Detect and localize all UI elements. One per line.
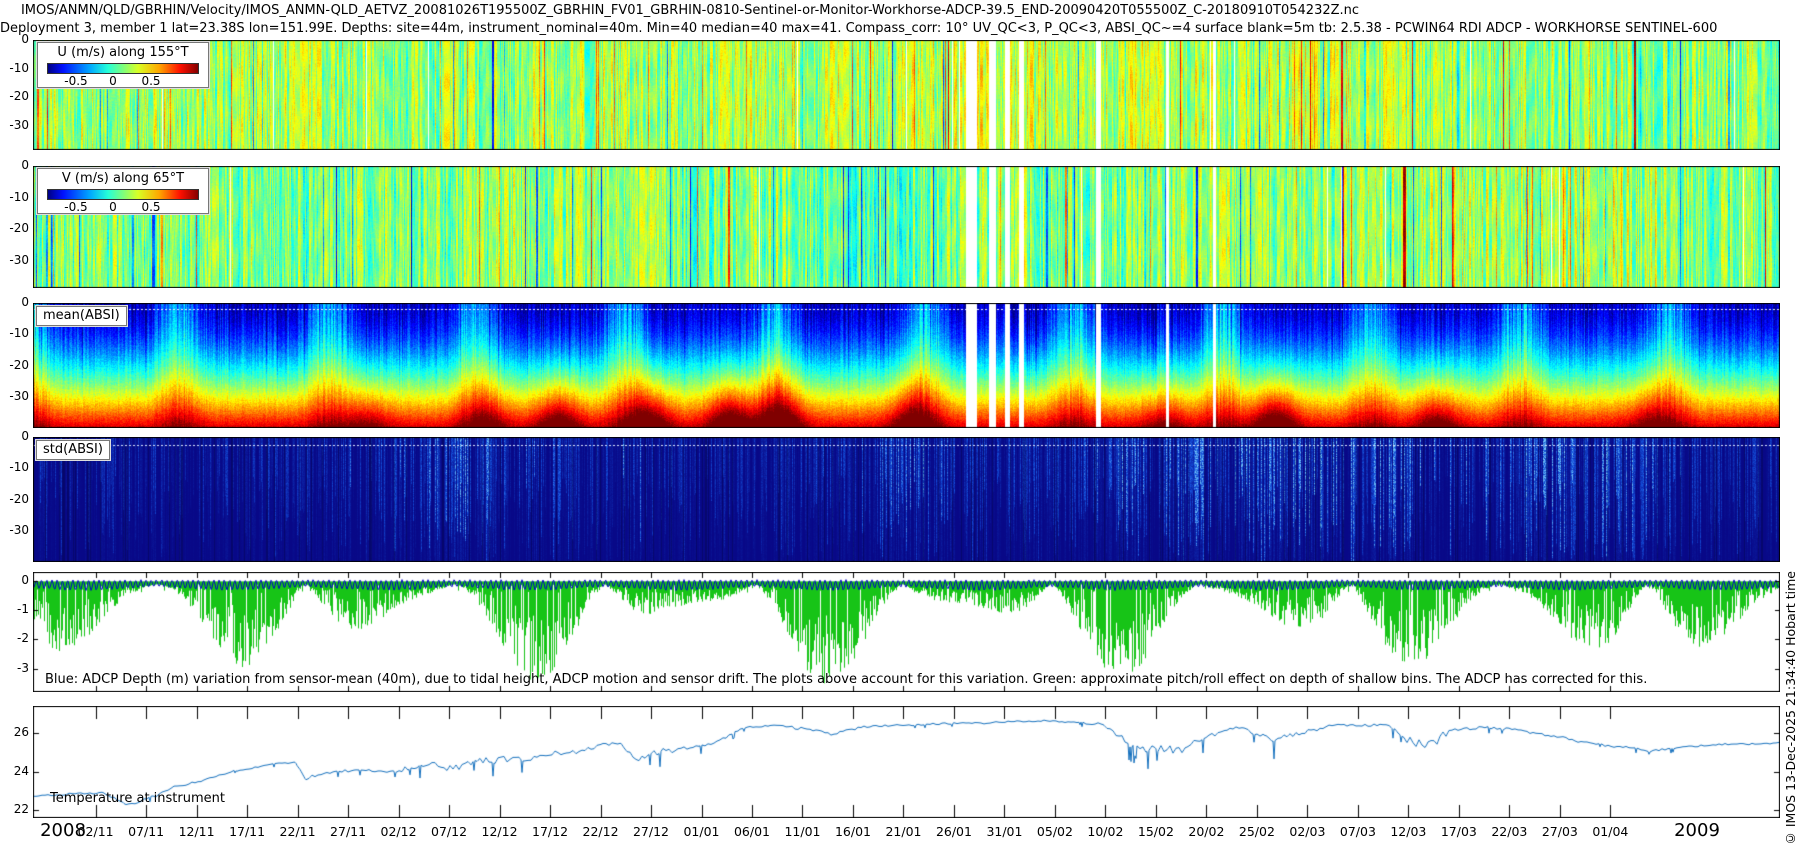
x-tick-label: 07/11 <box>118 824 174 839</box>
x-tick-label: 27/12 <box>623 824 679 839</box>
v-colorbar-legend: V (m/s) along 65°T -0.5 0 0.5 <box>37 168 209 214</box>
u-velocity-heatmap <box>33 40 1780 150</box>
y-tick-label: 22 <box>0 802 29 816</box>
u-colorbar-gradient <box>47 63 199 74</box>
figure-subtitle: Deployment 3, member 1 lat=23.38S lon=15… <box>0 21 1380 36</box>
x-tick-label: 25/02 <box>1229 824 1285 839</box>
x-tick-label: 07/12 <box>421 824 477 839</box>
x-tick-label: 21/01 <box>875 824 931 839</box>
x-tick-label: 17/11 <box>219 824 275 839</box>
colorbar-tick: 0 <box>96 200 130 214</box>
temperature-label: Temperature at instrument <box>50 791 225 806</box>
y-tick-label: 0 <box>0 32 29 46</box>
v-colorbar-gradient <box>47 189 199 200</box>
y-tick-label: -30 <box>0 253 29 267</box>
depth-annotation: Blue: ADCP Depth (m) variation from sens… <box>45 672 1647 687</box>
x-tick-label: 20/02 <box>1178 824 1234 839</box>
y-tick-label: -30 <box>0 523 29 537</box>
y-tick-label: -20 <box>0 492 29 506</box>
figure: IMOS/ANMN/QLD/GBRHIN/Velocity/IMOS_ANMN-… <box>0 0 1800 850</box>
y-tick-label: -20 <box>0 221 29 235</box>
y-tick-label: -1 <box>0 602 29 616</box>
x-tick-label: 07/03 <box>1330 824 1386 839</box>
x-tick-label: 12/11 <box>169 824 225 839</box>
x-tick-label: 15/02 <box>1128 824 1184 839</box>
colorbar-tick: 0.5 <box>134 74 168 88</box>
y-tick-label: 0 <box>0 429 29 443</box>
x-tick-label: 01/01 <box>674 824 730 839</box>
y-tick-label: -10 <box>0 61 29 75</box>
x-tick-label: 10/02 <box>1077 824 1133 839</box>
y-tick-label: 26 <box>0 725 29 739</box>
x-tick-label: 02/12 <box>371 824 427 839</box>
colorbar-tick: -0.5 <box>59 74 93 88</box>
panel-u-velocity: U (m/s) along 155°T -0.5 0 0.5 <box>33 40 1780 150</box>
x-tick-label: 22/11 <box>270 824 326 839</box>
panel-temperature: Temperature at instrument <box>33 706 1780 818</box>
y-tick-label: -30 <box>0 118 29 132</box>
std-absi-label: std(ABSI) <box>36 440 110 460</box>
x-tick-label: 22/03 <box>1481 824 1537 839</box>
colorbar-tick: -0.5 <box>59 200 93 214</box>
panel-depth-variation: Blue: ADCP Depth (m) variation from sens… <box>33 572 1780 692</box>
y-tick-label: -10 <box>0 460 29 474</box>
y-tick-label: -20 <box>0 89 29 103</box>
std-absi-heatmap <box>33 437 1780 562</box>
panel-mean-absi: mean(ABSI) <box>33 303 1780 428</box>
y-tick-label: 0 <box>0 158 29 172</box>
x-tick-label: 27/03 <box>1532 824 1588 839</box>
colorbar-tick: 0 <box>96 74 130 88</box>
y-tick-label: -10 <box>0 190 29 204</box>
y-tick-label: -20 <box>0 358 29 372</box>
x-tick-label: 31/01 <box>976 824 1032 839</box>
x-tick-label: 17/12 <box>522 824 578 839</box>
x-tick-label: 01/04 <box>1582 824 1638 839</box>
panel-v-velocity: V (m/s) along 65°T -0.5 0 0.5 <box>33 166 1780 288</box>
x-tick-label: 05/02 <box>1027 824 1083 839</box>
colorbar-tick: 0.5 <box>134 200 168 214</box>
x-tick-label: 17/03 <box>1431 824 1487 839</box>
x-axis-year-end: 2009 <box>1652 820 1742 841</box>
x-tick-label: 02/03 <box>1279 824 1335 839</box>
x-tick-label: 06/01 <box>724 824 780 839</box>
y-tick-label: -2 <box>0 631 29 645</box>
v-velocity-heatmap <box>33 166 1780 288</box>
x-tick-label: 27/11 <box>320 824 376 839</box>
x-tick-label: 12/12 <box>472 824 528 839</box>
x-tick-label: 12/03 <box>1380 824 1436 839</box>
panel-std-absi: std(ABSI) <box>33 437 1780 562</box>
x-tick-label: 11/01 <box>774 824 830 839</box>
y-tick-label: -3 <box>0 661 29 675</box>
x-tick-label: 22/12 <box>573 824 629 839</box>
u-legend-title: U (m/s) along 155°T <box>38 45 208 60</box>
y-tick-label: 24 <box>0 764 29 778</box>
mean-absi-heatmap <box>33 303 1780 428</box>
x-axis-year-start: 2008 <box>18 820 108 841</box>
y-tick-label: -30 <box>0 389 29 403</box>
v-legend-title: V (m/s) along 65°T <box>38 171 208 186</box>
imos-watermark: © IMOS 13-Dec-2025 21:34:40 Hobart time <box>1783 571 1798 846</box>
u-colorbar-legend: U (m/s) along 155°T -0.5 0 0.5 <box>37 42 209 88</box>
y-tick-label: 0 <box>0 573 29 587</box>
mean-absi-label: mean(ABSI) <box>36 306 127 326</box>
x-tick-label: 16/01 <box>825 824 881 839</box>
temperature-plot <box>33 706 1780 818</box>
y-tick-label: -10 <box>0 326 29 340</box>
figure-title: IMOS/ANMN/QLD/GBRHIN/Velocity/IMOS_ANMN-… <box>0 3 1380 18</box>
x-tick-label: 26/01 <box>926 824 982 839</box>
y-tick-label: 0 <box>0 295 29 309</box>
